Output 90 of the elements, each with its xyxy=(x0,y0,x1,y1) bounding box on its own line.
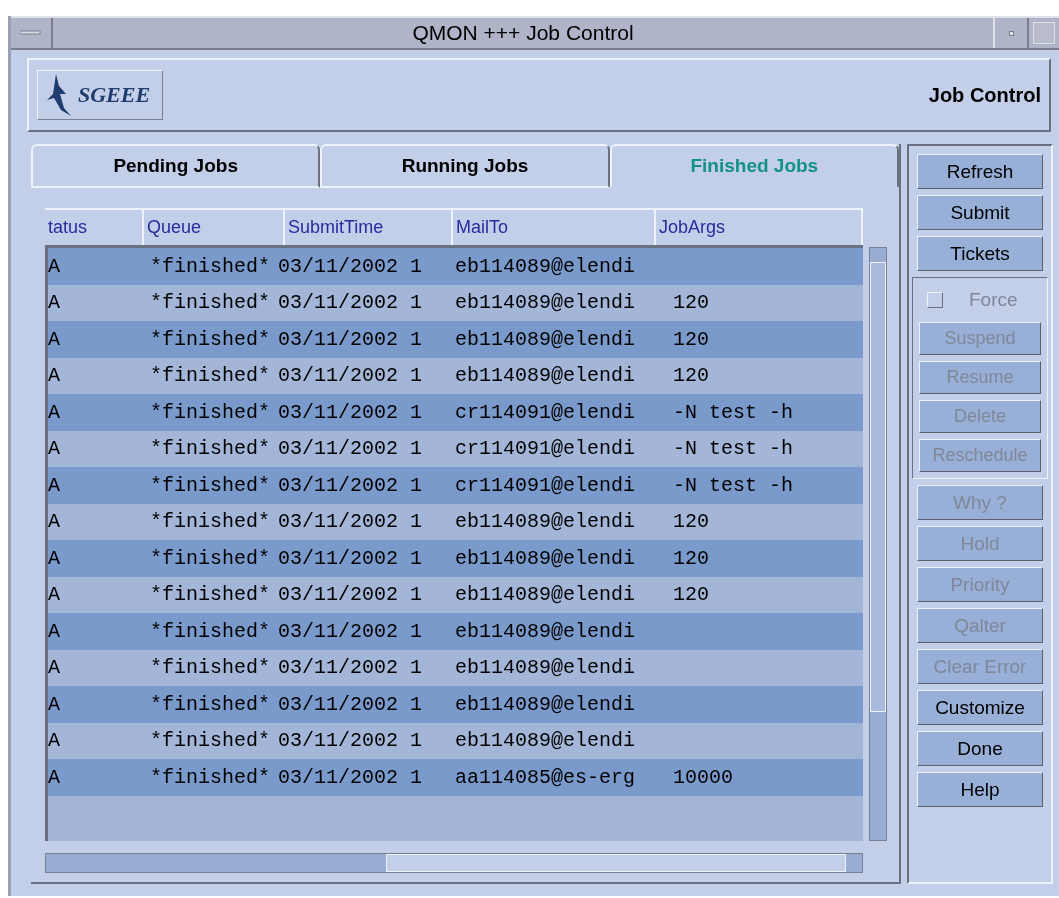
table-cell-text: eb114089@elendi xyxy=(455,254,637,278)
table-cell-text: 03/11/2002 1 xyxy=(278,437,424,461)
table-cell-text: A xyxy=(48,729,61,753)
table-cell-text: 120 xyxy=(673,583,710,607)
table-cell-text: *finished* xyxy=(150,619,272,643)
table-cell-text: 03/11/2002 1 xyxy=(278,291,424,315)
table-cell-text: 03/11/2002 1 xyxy=(278,692,424,716)
table-cell-text: 03/11/2002 1 xyxy=(278,473,424,497)
table-cell-text: eb114089@elendi xyxy=(455,729,637,753)
table-cell-text: 10000 xyxy=(673,765,734,789)
table-cell-text: 120 xyxy=(673,546,710,570)
minimize-icon[interactable] xyxy=(1008,30,1014,36)
action-button[interactable]: Tickets xyxy=(917,236,1043,271)
table-cell-text: A xyxy=(48,437,61,461)
action-button[interactable]: Customize xyxy=(917,690,1043,725)
table-cell-text: cr114091@elendi xyxy=(455,473,637,497)
table-cell-text: *finished* xyxy=(150,510,272,534)
table-cell-text: eb114089@elendi xyxy=(455,656,637,680)
table-cell-text: A xyxy=(48,619,61,643)
table-cell-text: A xyxy=(48,656,61,680)
column-header[interactable]: tatus xyxy=(45,210,144,245)
action-button[interactable]: Done xyxy=(917,731,1043,766)
table-cell-text: eb114089@elendi xyxy=(455,291,637,315)
action-button[interactable]: Submit xyxy=(917,195,1043,230)
table-cell-text: 03/11/2002 1 xyxy=(278,546,424,570)
table-cell-text: *finished* xyxy=(150,254,272,278)
table-cell-text: *finished* xyxy=(150,583,272,607)
table-cell-text: eb114089@elendi xyxy=(455,327,637,351)
table-cell-text: 120 xyxy=(673,510,710,534)
table-cell-text: eb114089@elendi xyxy=(455,364,637,388)
table-cell-text: *finished* xyxy=(150,291,272,315)
table-cell-text: *finished* xyxy=(150,364,272,388)
table-cell-text: aa114085@es-erg xyxy=(455,765,637,789)
action-button[interactable]: Help xyxy=(917,772,1043,807)
panel-title: Job Control xyxy=(928,83,1041,107)
table-cell-text: 03/11/2002 1 xyxy=(278,583,424,607)
table-cell-text: eb114089@elendi xyxy=(455,583,637,607)
table-cell-text: 03/11/2002 1 xyxy=(278,619,424,643)
table-cell-text: cr114091@elendi xyxy=(455,400,637,424)
table-cell-text: eb114089@elendi xyxy=(455,510,637,534)
table-cell-text: A xyxy=(48,254,61,278)
table-cell-text: 03/11/2002 1 xyxy=(278,254,424,278)
table-cell-text: A xyxy=(48,473,61,497)
tab[interactable]: Pending Jobs xyxy=(31,144,321,188)
column-header[interactable]: JobArgs xyxy=(656,210,863,245)
table-cell-text: *finished* xyxy=(150,765,272,789)
checkbox-label: Force xyxy=(969,289,1018,311)
table-cell-text: 03/11/2002 1 xyxy=(278,729,424,753)
table-cell-text: -N test -h xyxy=(673,437,795,461)
table-cell-text: 03/11/2002 1 xyxy=(278,327,424,351)
table-cell-text: A xyxy=(48,510,61,534)
table-cell-text: A xyxy=(48,291,61,315)
table-cell-text: *finished* xyxy=(150,437,272,461)
table-cell-text: 120 xyxy=(673,327,710,351)
table-cell-text: *finished* xyxy=(150,400,272,424)
table-cell-text: eb114089@elendi xyxy=(455,546,637,570)
table-cell-text: 03/11/2002 1 xyxy=(278,364,424,388)
vertical-scrollbar[interactable] xyxy=(869,247,887,841)
horizontal-scrollbar[interactable] xyxy=(45,853,863,873)
table-cell-text: A xyxy=(48,400,61,424)
table-cell-text: A xyxy=(48,364,61,388)
table-cell-text: *finished* xyxy=(150,692,272,716)
table-cell-text: 03/11/2002 1 xyxy=(278,765,424,789)
column-header[interactable]: SubmitTime xyxy=(285,210,453,245)
table-cell-text: 120 xyxy=(673,291,710,315)
table-cell-text: 120 xyxy=(673,364,710,388)
table-cell-text: A xyxy=(48,692,61,716)
table-cell-text: A xyxy=(48,583,61,607)
table-cell-text: 03/11/2002 1 xyxy=(278,656,424,680)
table-cell-text: *finished* xyxy=(150,327,272,351)
action-button[interactable]: Refresh xyxy=(917,154,1043,189)
window-menu-icon[interactable] xyxy=(20,30,42,36)
table-cell-text: eb114089@elendi xyxy=(455,692,637,716)
table-cell-text: *finished* xyxy=(150,546,272,570)
window-title: QMON +++ Job Control xyxy=(411,20,635,46)
tab[interactable]: Running Jobs xyxy=(320,144,610,188)
column-header[interactable]: Queue xyxy=(144,210,285,245)
table-cell-text: *finished* xyxy=(150,729,272,753)
table-cell-text: eb114089@elendi xyxy=(455,619,637,643)
table-cell-text: cr114091@elendi xyxy=(455,437,637,461)
table-cell-text: -N test -h xyxy=(673,473,795,497)
table-cell-text: A xyxy=(48,765,61,789)
table-cell-text: *finished* xyxy=(150,656,272,680)
table-cell-text: *finished* xyxy=(150,473,272,497)
table-cell-text: 03/11/2002 1 xyxy=(278,400,424,424)
table-cell-text: -N test -h xyxy=(673,400,795,424)
table-cell-text: 03/11/2002 1 xyxy=(278,510,424,534)
table-cell-text: A xyxy=(48,327,61,351)
logo-text: SGEEE xyxy=(78,82,151,108)
table-cell-text: A xyxy=(48,546,61,570)
